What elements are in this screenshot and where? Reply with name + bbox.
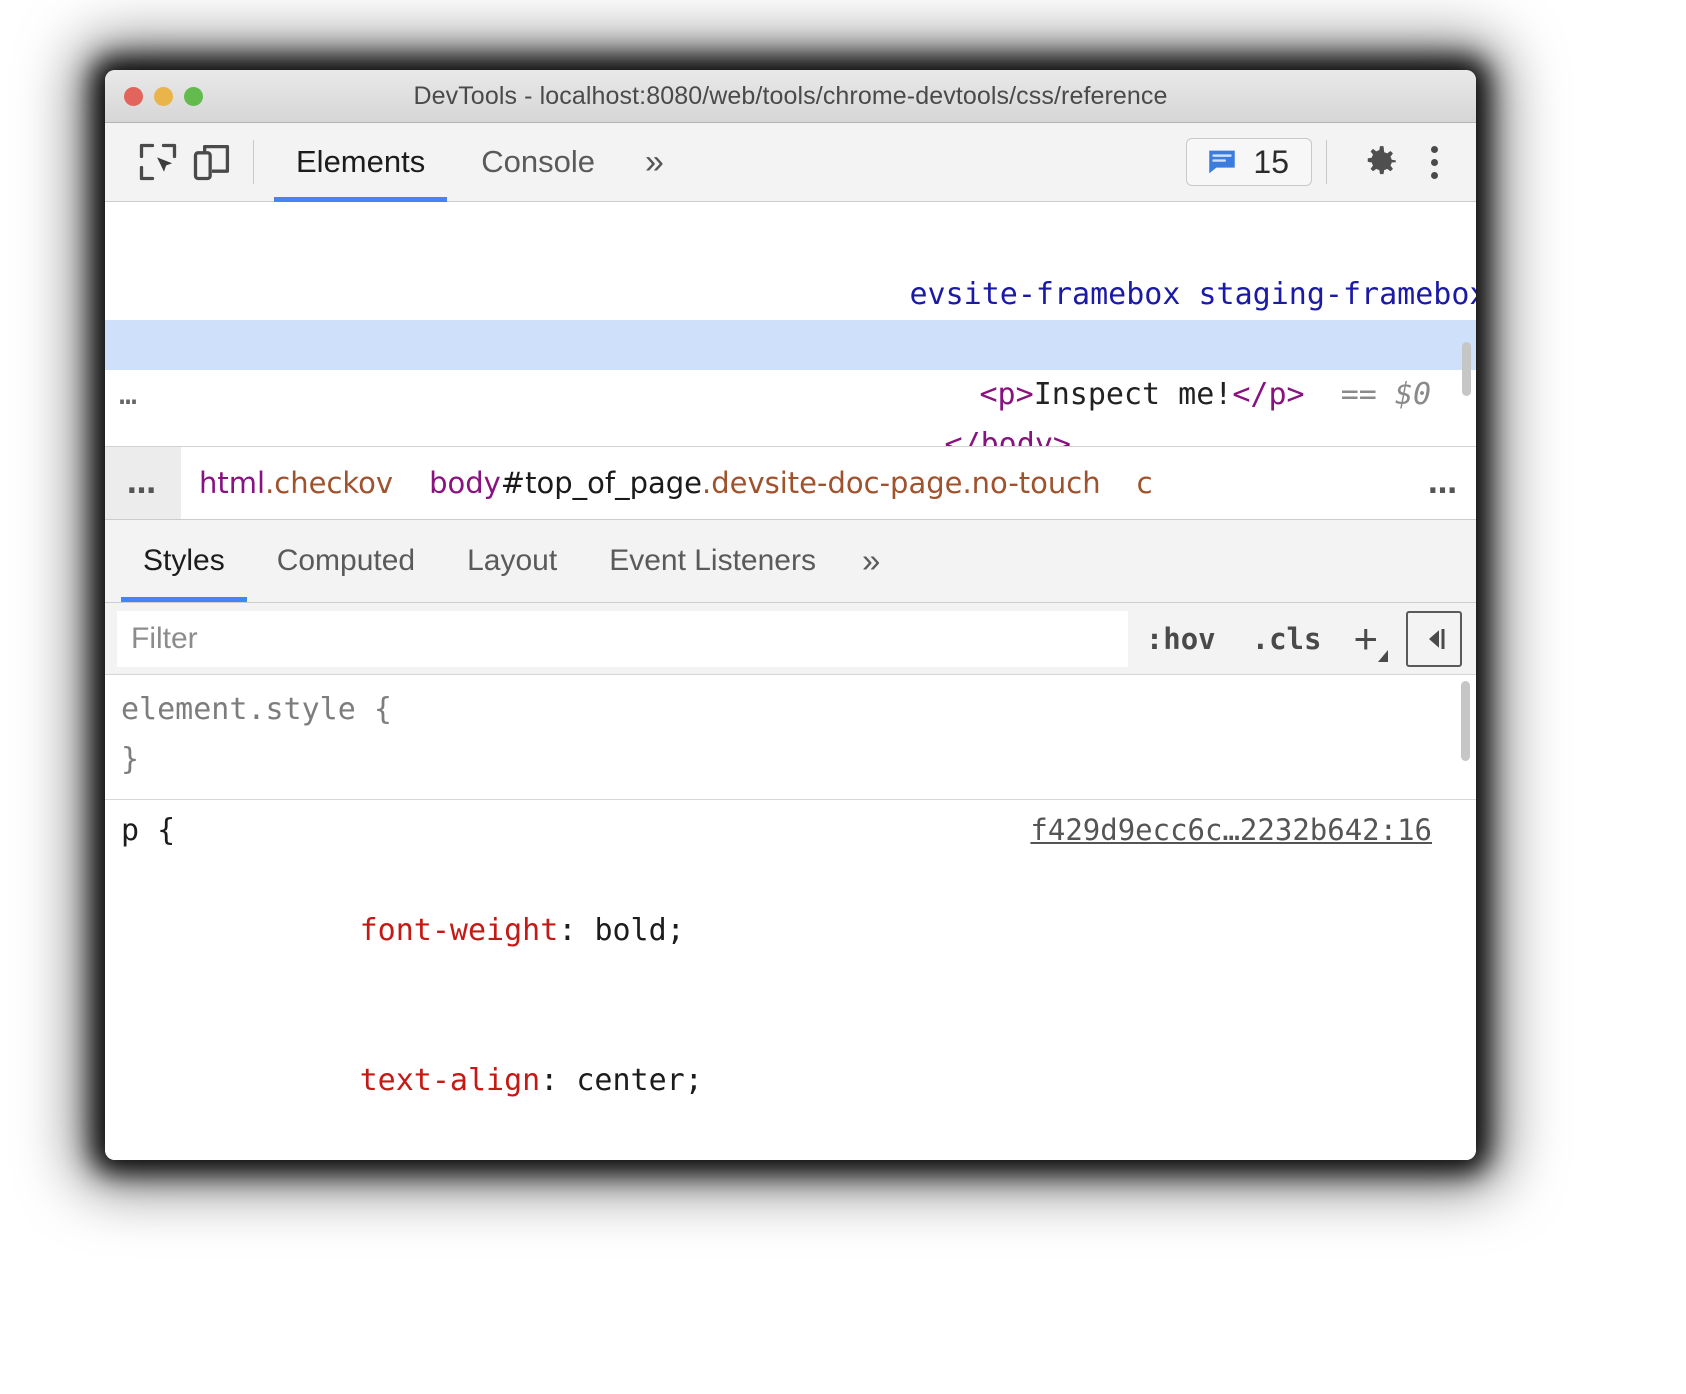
breadcrumb-tag: body <box>429 466 501 500</box>
breadcrumb-tag: c <box>1137 466 1153 500</box>
dropdown-triangle-icon <box>1378 650 1388 662</box>
more-pane-tabs-chevron-icon[interactable]: » <box>842 520 900 602</box>
dom-p-close-tag: </p> <box>1232 377 1304 412</box>
tab-event-listeners[interactable]: Event Listeners <box>583 520 842 602</box>
more-panels-chevron-icon[interactable]: » <box>623 123 686 202</box>
settings-button[interactable] <box>1341 141 1419 183</box>
device-toolbar-icon[interactable] <box>185 135 239 189</box>
breadcrumb-id: #top_of_page <box>501 466 702 500</box>
rule-element-style[interactable]: element.style { } <box>105 685 1476 785</box>
breadcrumb-class: .devsite-doc-page.no-touch <box>702 466 1101 500</box>
dom-row-badge-ellipsis[interactable]: … <box>119 370 139 420</box>
dom-attr-value: evsite-framebox staging-framebox"> <box>910 277 1477 312</box>
plus-icon: + <box>1353 615 1378 662</box>
tab-elements[interactable]: Elements <box>268 123 453 202</box>
style-rules-scrollbar[interactable] <box>1461 681 1470 761</box>
zoom-window-button[interactable] <box>184 87 203 106</box>
inspect-cursor-icon[interactable] <box>131 135 185 189</box>
rule-separator <box>105 799 1476 800</box>
close-window-button[interactable] <box>124 87 143 106</box>
breadcrumb-item-html[interactable]: html.checkov <box>181 466 411 500</box>
screenshot-stage: DevTools - localhost:8080/web/tools/chro… <box>0 0 1686 1394</box>
breadcrumb-item-clipped[interactable]: c <box>1119 466 1171 500</box>
declaration-value[interactable]: center; <box>576 1063 702 1098</box>
styles-filter-bar: :hov .cls + <box>105 603 1476 675</box>
rule-closing-brace: } <box>121 735 1476 785</box>
gear-icon <box>1359 141 1401 183</box>
issues-count: 15 <box>1253 144 1289 181</box>
devtools-toolbar: Elements Console » 15 <box>105 123 1476 202</box>
toggle-element-classes-button[interactable]: .cls <box>1234 622 1340 656</box>
declaration-font-weight[interactable]: font-weight: bold; <box>121 856 1476 1006</box>
style-rules-list[interactable]: element.style { } p { f429d9ecc6c…2232b6… <box>105 675 1476 1160</box>
declaration-property[interactable]: font-weight <box>360 913 559 948</box>
declaration-transform[interactable]: transform: rotate(-5deg); <box>121 1156 1476 1160</box>
rule-selector[interactable]: p { <box>121 806 175 856</box>
dom-body-close-tag: </body> <box>945 427 1071 447</box>
traffic-lights <box>105 87 203 106</box>
search-input[interactable] <box>117 611 1128 667</box>
tab-computed[interactable]: Computed <box>251 520 441 602</box>
rule-selector[interactable]: element.style { <box>121 685 1476 735</box>
tab-layout[interactable]: Layout <box>441 520 583 602</box>
rule-p[interactable]: p { f429d9ecc6c…2232b642:16 font-weight:… <box>105 806 1476 1160</box>
dom-line-clipped-top: " " <box>105 202 1476 220</box>
rule-source-link[interactable]: f429d9ecc6c…2232b642:16 <box>1030 813 1476 847</box>
dom-p-open-tag: <p> <box>980 377 1034 412</box>
devtools-window: DevTools - localhost:8080/web/tools/chro… <box>105 70 1476 1160</box>
minimize-window-button[interactable] <box>154 87 173 106</box>
window-title-bar: DevTools - localhost:8080/web/tools/chro… <box>105 70 1476 123</box>
issues-message-icon <box>1205 145 1239 179</box>
dom-line-html-close[interactable]: </html> <box>105 420 1476 444</box>
devtools-panel-tabs: Elements Console » <box>268 123 686 202</box>
tab-styles[interactable]: Styles <box>117 520 251 602</box>
breadcrumb-overflow-right[interactable]: … <box>1412 466 1476 500</box>
dom-equals: == <box>1341 377 1377 412</box>
dom-tree[interactable]: " " evsite-framebox staging-framebox"> <… <box>105 202 1476 447</box>
breadcrumb-item-body[interactable]: body#top_of_page.devsite-doc-page.no-tou… <box>411 466 1119 500</box>
breadcrumb[interactable]: … html.checkov body#top_of_page.devsite-… <box>105 447 1476 520</box>
styles-pane-tabs: Styles Computed Layout Event Listeners » <box>105 520 1476 603</box>
toggle-sidebar-icon[interactable] <box>1406 611 1462 667</box>
new-style-rule-button[interactable]: + <box>1339 618 1400 660</box>
dom-line-attr: evsite-framebox staging-framebox"> <box>105 220 1476 270</box>
toggle-pseudo-states-button[interactable]: :hov <box>1128 622 1234 656</box>
dom-p-text: Inspect me! <box>1034 377 1233 412</box>
dom-line-selected-p[interactable]: …<p>Inspect me!</p> == $0 <box>105 320 1476 370</box>
dom-tree-scrollbar[interactable] <box>1462 342 1471 396</box>
breadcrumb-tag: html <box>199 466 265 500</box>
dom-dollar-zero: $0 <box>1395 377 1431 412</box>
toolbar-divider-2 <box>1326 140 1327 184</box>
declaration-text-align[interactable]: text-align: center; <box>121 1006 1476 1156</box>
kebab-menu-icon[interactable] <box>1419 146 1454 179</box>
window-title: DevTools - localhost:8080/web/tools/chro… <box>105 82 1476 111</box>
declaration-value[interactable]: bold; <box>594 913 684 948</box>
declaration-property[interactable]: text-align <box>360 1063 541 1098</box>
issues-badge[interactable]: 15 <box>1186 138 1312 186</box>
breadcrumb-class: .checkov <box>265 466 393 500</box>
tab-console[interactable]: Console <box>453 123 623 202</box>
rule-header: p { f429d9ecc6c…2232b642:16 <box>121 806 1476 856</box>
toolbar-divider <box>253 140 254 184</box>
breadcrumb-overflow-left[interactable]: … <box>105 447 181 519</box>
